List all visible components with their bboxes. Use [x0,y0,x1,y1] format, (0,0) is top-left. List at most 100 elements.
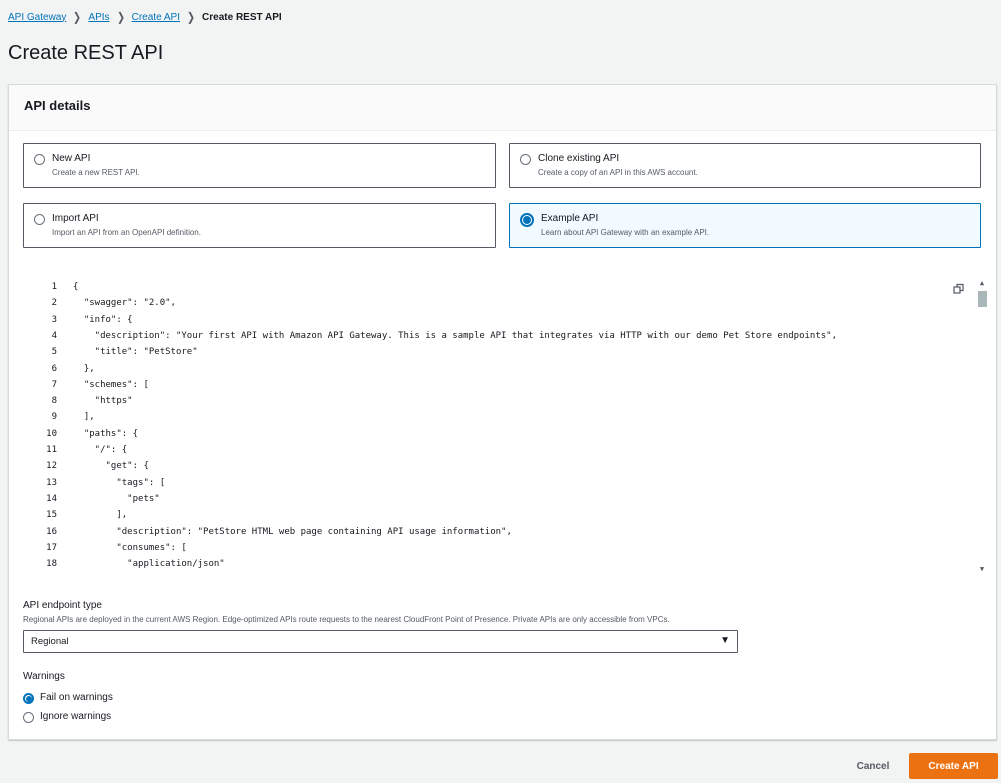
code-text: "description": "Your first API with Amaz… [73,330,838,341]
radio-clone-existing-api[interactable] [520,154,531,165]
tile-text: Clone existing API Create a copy of an A… [538,152,698,187]
tile-description: Create a copy of an API in this AWS acco… [538,168,698,177]
cancel-button[interactable]: Cancel [838,754,908,778]
line-number: 18 [46,559,57,570]
endpoint-type-label: API endpoint type [23,600,102,611]
warning-option-fail[interactable]: Fail on warnings [23,691,113,704]
code-text: "application/json" [73,559,225,570]
code-text: "pets" [73,493,160,504]
code-line: 13 "tags": [ [23,475,165,491]
code-text: "title": "PetStore" [73,347,198,358]
code-line: 5 "title": "PetStore" [23,344,198,360]
tile-title: Example API [541,213,599,224]
page-title: Create REST API [8,42,164,64]
chevron-right-icon: ❯ [116,10,125,24]
radio-ignore-warnings[interactable] [23,712,34,723]
line-number: 6 [51,363,57,374]
code-line: 14 "pets" [23,491,160,507]
breadcrumb: API Gateway ❯ APIs ❯ Create API ❯ Create… [8,10,282,24]
warning-option-label: Fail on warnings [40,692,113,703]
line-number: 17 [46,542,57,553]
tile-description: Learn about API Gateway with an example … [541,228,710,237]
breadcrumb-current: Create REST API [202,11,282,23]
line-number: 14 [46,493,57,504]
warning-option-ignore[interactable]: Ignore warnings [23,710,111,723]
code-line: 16 "description": "PetStore HTML web pag… [23,524,512,540]
line-number: 10 [46,428,57,439]
line-number: 1 [51,282,57,292]
code-line: 9 ], [23,409,95,425]
code-line: 7 "schemes": [ [23,377,149,393]
scroll-down-icon[interactable]: ▼ [978,565,986,573]
code-text: ], [73,412,95,423]
breadcrumb-link-create-api[interactable]: Create API [132,12,180,23]
code-line: 10 "paths": { [23,426,138,442]
tile-title: Clone existing API [538,153,620,164]
scroll-up-icon[interactable]: ▲ [978,279,986,287]
code-line: 11 "/": { [23,442,127,458]
code-line: 4 "description": "Your first API with Am… [23,328,837,344]
line-number: 2 [51,298,57,309]
line-number: 16 [46,526,57,537]
code-line: 2 "swagger": "2.0", [23,295,176,311]
code-text: "consumes": [ [73,542,187,553]
tile-text: New API Create a new REST API. [52,152,140,187]
create-api-button[interactable]: Create API [909,753,998,779]
scrollbar-thumb[interactable] [978,291,987,307]
line-number: 9 [51,412,57,423]
editor-scrollbar[interactable]: ▲ ▼ [976,279,988,573]
breadcrumb-link-api-gateway[interactable]: API Gateway [8,12,66,23]
code-line: 15 ], [23,507,127,523]
tile-clone-existing-api[interactable]: Clone existing API Create a copy of an A… [509,143,981,188]
line-number: 4 [51,330,57,341]
code-text: "get": { [73,461,149,472]
code-text: ], [73,510,128,521]
radio-fail-on-warnings[interactable] [23,693,34,704]
line-number: 7 [51,379,57,390]
panel-header: API details [9,85,996,131]
endpoint-type-description: Regional APIs are deployed in the curren… [23,615,670,624]
tile-text: Import API Import an API from an OpenAPI… [52,212,201,247]
code-line: 8 "https" [23,393,133,409]
tile-example-api[interactable]: Example API Learn about API Gateway with… [509,203,981,248]
copy-icon[interactable] [953,283,965,295]
code-line: 3 "info": { [23,312,133,328]
line-number: 3 [51,314,57,325]
caret-down-icon: ▼ [720,635,730,646]
tile-import-api[interactable]: Import API Import an API from an OpenAPI… [23,203,496,248]
code-line: 1{ [23,279,79,295]
code-line: 18 "application/json" [23,556,225,572]
warnings-label: Warnings [23,671,65,682]
api-details-panel: API details New API Create a new REST AP… [8,84,997,740]
endpoint-type-value: Regional [31,636,69,647]
tile-title: New API [52,153,91,164]
line-number: 13 [46,477,57,488]
tile-description: Import an API from an OpenAPI definition… [52,228,201,237]
endpoint-type-select[interactable]: Regional ▼ [23,630,738,653]
code-line: 12 "get": { [23,458,149,474]
radio-example-api[interactable] [520,213,534,227]
code-text: { [73,282,79,292]
breadcrumb-link-apis[interactable]: APIs [88,12,109,23]
code-text: "tags": [ [73,477,166,488]
radio-import-api[interactable] [34,214,45,225]
code-line: 17 "consumes": [ [23,540,187,556]
code-text: "info": { [73,314,133,325]
tile-text: Example API Learn about API Gateway with… [541,212,709,247]
code-text: "swagger": "2.0", [73,298,176,309]
code-text: }, [73,363,95,374]
tile-description: Create a new REST API. [52,168,140,177]
tile-title: Import API [52,213,99,224]
tile-new-api[interactable]: New API Create a new REST API. [23,143,496,188]
code-text: "paths": { [73,428,139,439]
line-number: 8 [51,396,57,407]
code-line: 6 }, [23,361,95,377]
code-text: "/": { [73,445,128,455]
code-editor[interactable]: 1{2 "swagger": "2.0", 3 "info": {4 "descr… [23,271,988,573]
radio-new-api[interactable] [34,154,45,165]
chevron-right-icon: ❯ [186,10,196,24]
warning-option-label: Ignore warnings [40,711,112,722]
line-number: 11 [46,445,57,455]
line-number: 5 [51,347,57,358]
line-number: 15 [46,510,57,521]
